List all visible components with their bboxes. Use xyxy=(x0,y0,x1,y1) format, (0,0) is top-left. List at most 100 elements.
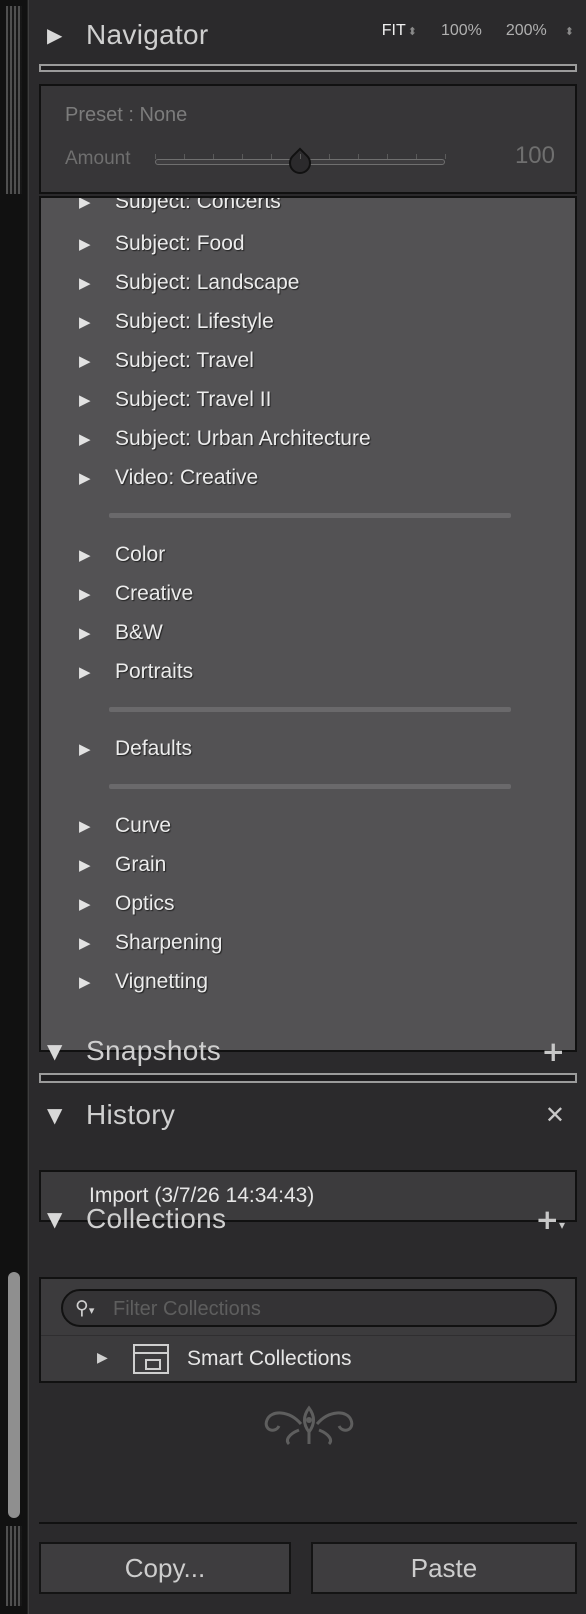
expand-triangle-icon[interactable]: ▶ xyxy=(97,1350,108,1366)
footer-divider xyxy=(39,1522,577,1524)
preset-group-item[interactable]: ▶ B&W xyxy=(41,613,575,652)
zoom-200-option[interactable]: 200% ⬍ xyxy=(506,22,574,40)
preset-group-item[interactable]: ▶ Optics xyxy=(41,884,575,923)
expand-triangle-icon[interactable]: ▶ xyxy=(79,663,91,681)
preset-group-divider xyxy=(109,707,511,712)
expand-triangle-icon[interactable]: ▶ xyxy=(79,934,91,952)
slider-tick xyxy=(300,154,301,159)
preset-group-label: Vignetting xyxy=(115,969,209,993)
preset-group-item[interactable]: ▶ Curve xyxy=(41,806,575,845)
collections-panel: ⚲▾ ▶ Smart Collections xyxy=(39,1277,577,1383)
preset-group-label: Subject: Lifestyle xyxy=(115,309,274,333)
updown-arrows-icon: ⬍ xyxy=(407,26,417,38)
zoom-100-option[interactable]: 100% xyxy=(441,22,482,40)
expand-triangle-icon[interactable]: ▶ xyxy=(79,624,91,642)
zoom-fit-option[interactable]: FIT ⬍ xyxy=(382,22,417,40)
slider-tick xyxy=(213,154,214,159)
filter-collections-field[interactable]: ⚲▾ xyxy=(61,1289,557,1327)
preset-group-label: Subject: Travel xyxy=(115,348,254,372)
amount-slider-thumb[interactable] xyxy=(284,147,316,179)
left-panel: ▶ Navigator FIT ⬍ 100% 200% ⬍ Preset : Non… xyxy=(28,0,586,1614)
expand-triangle-icon[interactable]: ▶ xyxy=(79,198,91,211)
preset-group-item[interactable]: ▶ Subject: Travel II xyxy=(41,380,575,419)
history-header[interactable]: ▼ History ✕ xyxy=(29,1090,586,1140)
filter-collections-input[interactable] xyxy=(113,1296,533,1322)
expand-triangle-icon[interactable]: ▶ xyxy=(79,973,91,991)
add-snapshot-plus-icon[interactable]: + xyxy=(542,1035,565,1068)
preset-group-item[interactable]: ▶ Defaults xyxy=(41,729,575,768)
collections-header[interactable]: ▼ Collections +▾ xyxy=(29,1194,586,1244)
expand-triangle-icon[interactable]: ▶ xyxy=(79,856,91,874)
slider-tick xyxy=(329,154,330,159)
panel-scrollbar[interactable] xyxy=(8,1272,20,1518)
expand-triangle-icon[interactable]: ▶ xyxy=(79,352,91,370)
preset-group-label: Curve xyxy=(115,813,172,837)
slider-tick xyxy=(416,154,417,159)
preset-group-item[interactable]: ▶ Subject: Lifestyle xyxy=(41,302,575,341)
collection-row-smart-collections[interactable]: ▶ Smart Collections xyxy=(41,1335,575,1381)
search-dropdown-icon[interactable]: ⚲▾ xyxy=(75,1297,94,1319)
navigator-zoom-controls: FIT ⬍ 100% 200% ⬍ xyxy=(382,22,574,40)
preset-group-item[interactable]: ▶ Subject: Landscape xyxy=(41,263,575,302)
preset-group-item[interactable]: ▶ Sharpening xyxy=(41,923,575,962)
preset-group-item[interactable]: ▶ Vignetting xyxy=(41,962,575,1001)
preset-group-item[interactable]: ▶ Color xyxy=(41,535,575,574)
expand-triangle-icon[interactable]: ▶ xyxy=(79,391,91,409)
panel-resize-grip-bottom[interactable] xyxy=(6,1526,22,1606)
expand-triangle-icon[interactable]: ▶ xyxy=(79,430,91,448)
presets-list: ▶ Subject: Concerts ▶ Subject: Food ▶ Subject… xyxy=(39,196,577,1052)
preset-group-item[interactable]: ▶ Portraits xyxy=(41,652,575,691)
preset-group-item[interactable]: ▶ Subject: Concerts xyxy=(41,198,575,221)
collections-title: Collections xyxy=(86,1203,227,1234)
preset-group-item[interactable]: ▶ Subject: Travel xyxy=(41,341,575,380)
preset-group-label: Subject: Food xyxy=(115,231,245,255)
smart-collection-box-icon xyxy=(133,1344,169,1374)
preset-group-item[interactable]: ▶ Grain xyxy=(41,845,575,884)
expand-triangle-icon[interactable]: ▶ xyxy=(79,740,91,758)
paste-button[interactable]: Paste xyxy=(311,1542,577,1594)
expand-triangle-icon[interactable]: ▶ xyxy=(79,469,91,487)
collapse-triangle-icon[interactable]: ▼ xyxy=(47,1039,62,1063)
slider-tick xyxy=(445,154,446,159)
history-title: History xyxy=(86,1099,176,1130)
slider-tick xyxy=(184,154,185,159)
amount-value[interactable]: 100 xyxy=(515,142,555,170)
panel-resize-grip-top[interactable] xyxy=(6,6,22,194)
expand-triangle-icon[interactable]: ▶ xyxy=(79,546,91,564)
preset-group-label: Portraits xyxy=(115,659,194,683)
collapse-triangle-icon[interactable]: ▼ xyxy=(47,1103,62,1127)
preset-label: Preset : None xyxy=(65,104,188,126)
copy-button[interactable]: Copy... xyxy=(39,1542,291,1594)
preset-group-label: B&W xyxy=(115,620,163,644)
expand-triangle-icon[interactable]: ▶ xyxy=(79,817,91,835)
preset-group-item[interactable]: ▶ Video: Creative xyxy=(41,458,575,497)
preset-group-label: Sharpening xyxy=(115,930,223,954)
preset-group-label: Optics xyxy=(115,891,175,915)
expand-triangle-icon[interactable]: ▶ xyxy=(47,23,62,47)
collapse-triangle-icon[interactable]: ▼ xyxy=(47,1207,62,1231)
preset-amount-panel: Preset : None Amount 100 xyxy=(39,84,577,194)
snapshots-empty-bar xyxy=(39,1073,577,1083)
expand-triangle-icon[interactable]: ▶ xyxy=(79,313,91,331)
snapshots-title: Snapshots xyxy=(86,1035,222,1066)
panel-end-ornament-icon xyxy=(264,1405,354,1446)
preset-group-item[interactable]: ▶ Creative xyxy=(41,574,575,613)
navigator-title: Navigator xyxy=(86,19,209,50)
clear-history-close-icon[interactable]: ✕ xyxy=(545,1101,565,1129)
slider-tick xyxy=(155,154,156,159)
expand-triangle-icon[interactable]: ▶ xyxy=(79,585,91,603)
preset-group-label: Grain xyxy=(115,852,167,876)
expand-triangle-icon[interactable]: ▶ xyxy=(79,235,91,253)
preset-group-label: Creative xyxy=(115,581,194,605)
snapshots-header[interactable]: ▼ Snapshots + xyxy=(29,1026,586,1076)
preset-group-item[interactable]: ▶ Subject: Food xyxy=(41,224,575,263)
left-rail xyxy=(0,0,28,1614)
preset-group-divider xyxy=(109,784,511,789)
collection-label: Smart Collections xyxy=(187,1347,352,1370)
preset-group-item[interactable]: ▶ Subject: Urban Architecture xyxy=(41,419,575,458)
slider-tick xyxy=(271,154,272,159)
add-collection-plus-icon[interactable]: +▾ xyxy=(536,1203,566,1236)
expand-triangle-icon[interactable]: ▶ xyxy=(79,895,91,913)
preset-group-label: Subject: Landscape xyxy=(115,270,300,294)
expand-triangle-icon[interactable]: ▶ xyxy=(79,274,91,292)
